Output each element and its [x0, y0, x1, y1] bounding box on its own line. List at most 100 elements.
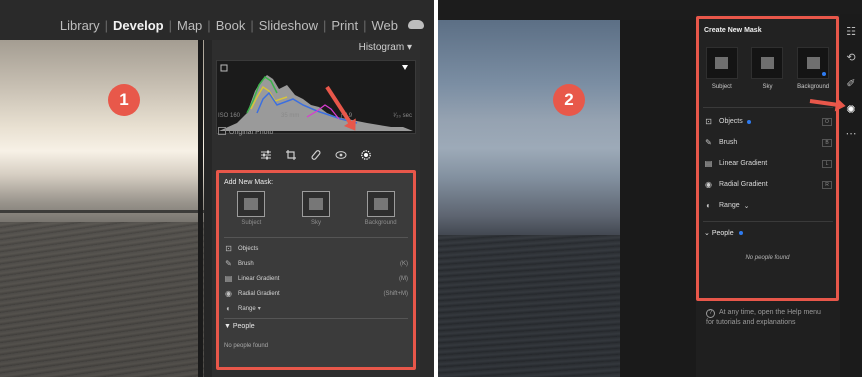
mask-tool-label: Brush: [238, 260, 254, 267]
mask-tool-shortcut: (K): [400, 260, 408, 267]
module-library[interactable]: Library: [60, 18, 100, 33]
objects-icon: ⊡: [225, 244, 232, 253]
focal-length: 35 mm: [281, 113, 300, 119]
edit-sliders-icon[interactable]: ☷: [845, 26, 857, 38]
no-people-message: No people found: [224, 343, 269, 349]
mask-panel-title: Add New Mask:: [224, 179, 274, 186]
module-separator: |: [363, 18, 367, 33]
mask-tool-range[interactable]: ◐ Range ⌄: [704, 195, 832, 216]
more-icon[interactable]: ⋯: [845, 128, 857, 140]
subject-icon: [705, 47, 738, 79]
people-section-header[interactable]: ▼ People: [224, 323, 255, 330]
panel-divider: [204, 40, 212, 377]
masking-icon[interactable]: ✺: [845, 104, 857, 116]
divider: [224, 318, 408, 319]
mask-tool-range[interactable]: ◐ Range ▾: [224, 301, 408, 316]
mask-tool-label: Radial Gradient: [719, 181, 768, 188]
mask-tool-label: Range: [719, 202, 740, 209]
add-new-mask-panel: Add New Mask: Subject Sky Background ⊡ O…: [216, 170, 416, 370]
people-label: People: [711, 230, 734, 237]
mask-tool-shortcut: R: [822, 180, 832, 189]
module-web[interactable]: Web: [372, 18, 399, 33]
mask-tool-shortcut: B: [822, 138, 832, 147]
mask-tool-label: Brush: [719, 139, 738, 146]
divider: [224, 237, 408, 238]
mask-tool-linear-gradient[interactable]: ▤ Linear Gradient L: [704, 153, 832, 174]
people-label: People: [232, 323, 255, 330]
mask-tool-label: Radial Gradient: [238, 290, 280, 297]
mask-tool-objects[interactable]: ⊡ Objects O: [704, 111, 832, 132]
module-develop[interactable]: Develop: [113, 18, 164, 33]
help-icon: ?: [706, 309, 715, 318]
people-section-header[interactable]: ⌄ People: [704, 229, 743, 237]
mask-option-label: Background: [797, 84, 830, 90]
mask-option-label: Background: [364, 220, 397, 226]
radial-gradient-icon: ◉: [705, 180, 712, 189]
mask-tool-label: Linear Gradient: [238, 275, 280, 282]
mask-tool-objects[interactable]: ⊡ Objects: [224, 241, 408, 256]
mask-tool-linear-gradient[interactable]: ▤ Linear Gradient (M): [224, 271, 408, 286]
objects-icon: ⊡: [705, 117, 712, 126]
help-text: At any time, open the Help menu for tuto…: [706, 309, 821, 326]
module-separator: |: [322, 18, 327, 33]
photo-preview: [0, 40, 204, 377]
module-map[interactable]: Map: [177, 18, 202, 33]
mask-option-background[interactable]: Background: [359, 191, 403, 226]
red-eye-icon[interactable]: [335, 149, 347, 161]
crop-rotate-icon[interactable]: ⟲: [845, 52, 857, 64]
range-icon: ◐: [706, 201, 711, 210]
module-print[interactable]: Print: [331, 18, 358, 33]
no-people-message: No people found: [745, 255, 790, 261]
mask-tool-brush[interactable]: ✎ Brush B: [704, 132, 832, 153]
mask-tool-shortcut: (M): [399, 275, 408, 282]
edit-icon-bar: ☷ ⟲ ✐ ✺ ⋯: [840, 14, 862, 377]
mask-option-sky[interactable]: Sky: [294, 191, 338, 226]
chevron-down-icon: ⌄: [704, 230, 712, 237]
module-separator: |: [168, 18, 172, 33]
mask-option-label: Subject: [241, 220, 262, 226]
original-photo-checkbox[interactable]: Original Photo: [218, 127, 273, 136]
brush-icon: ✎: [705, 138, 712, 147]
create-new-mask-panel: Create New Mask Subject Sky Background ⊡…: [696, 16, 839, 301]
mask-option-label: Subject: [711, 84, 732, 90]
divider: [703, 107, 833, 108]
mask-tool-label: Objects: [719, 118, 743, 125]
iso-value: ISO 160: [218, 113, 241, 119]
histogram-header[interactable]: Histogram ▾: [212, 42, 420, 58]
step-badge: 1: [108, 84, 140, 116]
module-slideshow[interactable]: Slideshow: [259, 18, 318, 33]
subject-icon: [237, 191, 266, 217]
chevron-down-icon: ▾: [257, 306, 261, 312]
mask-option-background[interactable]: Background: [792, 47, 834, 90]
histogram[interactable]: [216, 60, 416, 134]
healing-brush-icon[interactable]: ✐: [845, 78, 857, 90]
cloud-sync-icon[interactable]: [408, 20, 424, 29]
mask-option-label: Sky: [762, 84, 773, 90]
mask-options: Subject Sky Background: [219, 191, 413, 226]
module-book[interactable]: Book: [216, 18, 246, 33]
mask-tool-list: ⊡ Objects O ✎ Brush B ▤ Linear Gradient …: [704, 111, 832, 216]
mask-options: Subject Sky Background: [699, 47, 836, 90]
mask-tool-label: Range: [238, 305, 256, 312]
mask-tool-shortcut: (Shift+M): [383, 290, 408, 297]
healing-icon[interactable]: [310, 149, 322, 161]
mask-tool-radial-gradient[interactable]: ◉ Radial Gradient R: [704, 174, 832, 195]
masking-icon[interactable]: [360, 149, 372, 161]
crop-icon[interactable]: [285, 149, 297, 161]
mask-tool-shortcut: L: [822, 159, 832, 168]
background-icon: [366, 191, 395, 217]
mask-option-sky[interactable]: Sky: [746, 47, 788, 90]
mask-tool-label: Objects: [238, 245, 259, 252]
camera-info: ISO 160 35 mm ƒ / 9 ¹⁄₂₀ sec: [218, 113, 412, 119]
disclosure-triangle-icon: ▼: [224, 323, 233, 330]
sky-icon: [751, 47, 784, 79]
new-feature-dot: [822, 72, 827, 76]
mask-tool-brush[interactable]: ✎ Brush (K): [224, 256, 408, 271]
mask-panel-title: Create New Mask: [704, 27, 762, 34]
mask-option-subject[interactable]: Subject: [229, 191, 273, 226]
mask-tool-radial-gradient[interactable]: ◉ Radial Gradient (Shift+M): [224, 286, 408, 301]
brush-icon: ✎: [225, 259, 232, 268]
sliders-icon[interactable]: [260, 149, 272, 161]
mask-option-subject[interactable]: Subject: [701, 47, 743, 90]
lightroom-screenshot: 2 Create New Mask Subject Sky Background…: [438, 0, 862, 377]
